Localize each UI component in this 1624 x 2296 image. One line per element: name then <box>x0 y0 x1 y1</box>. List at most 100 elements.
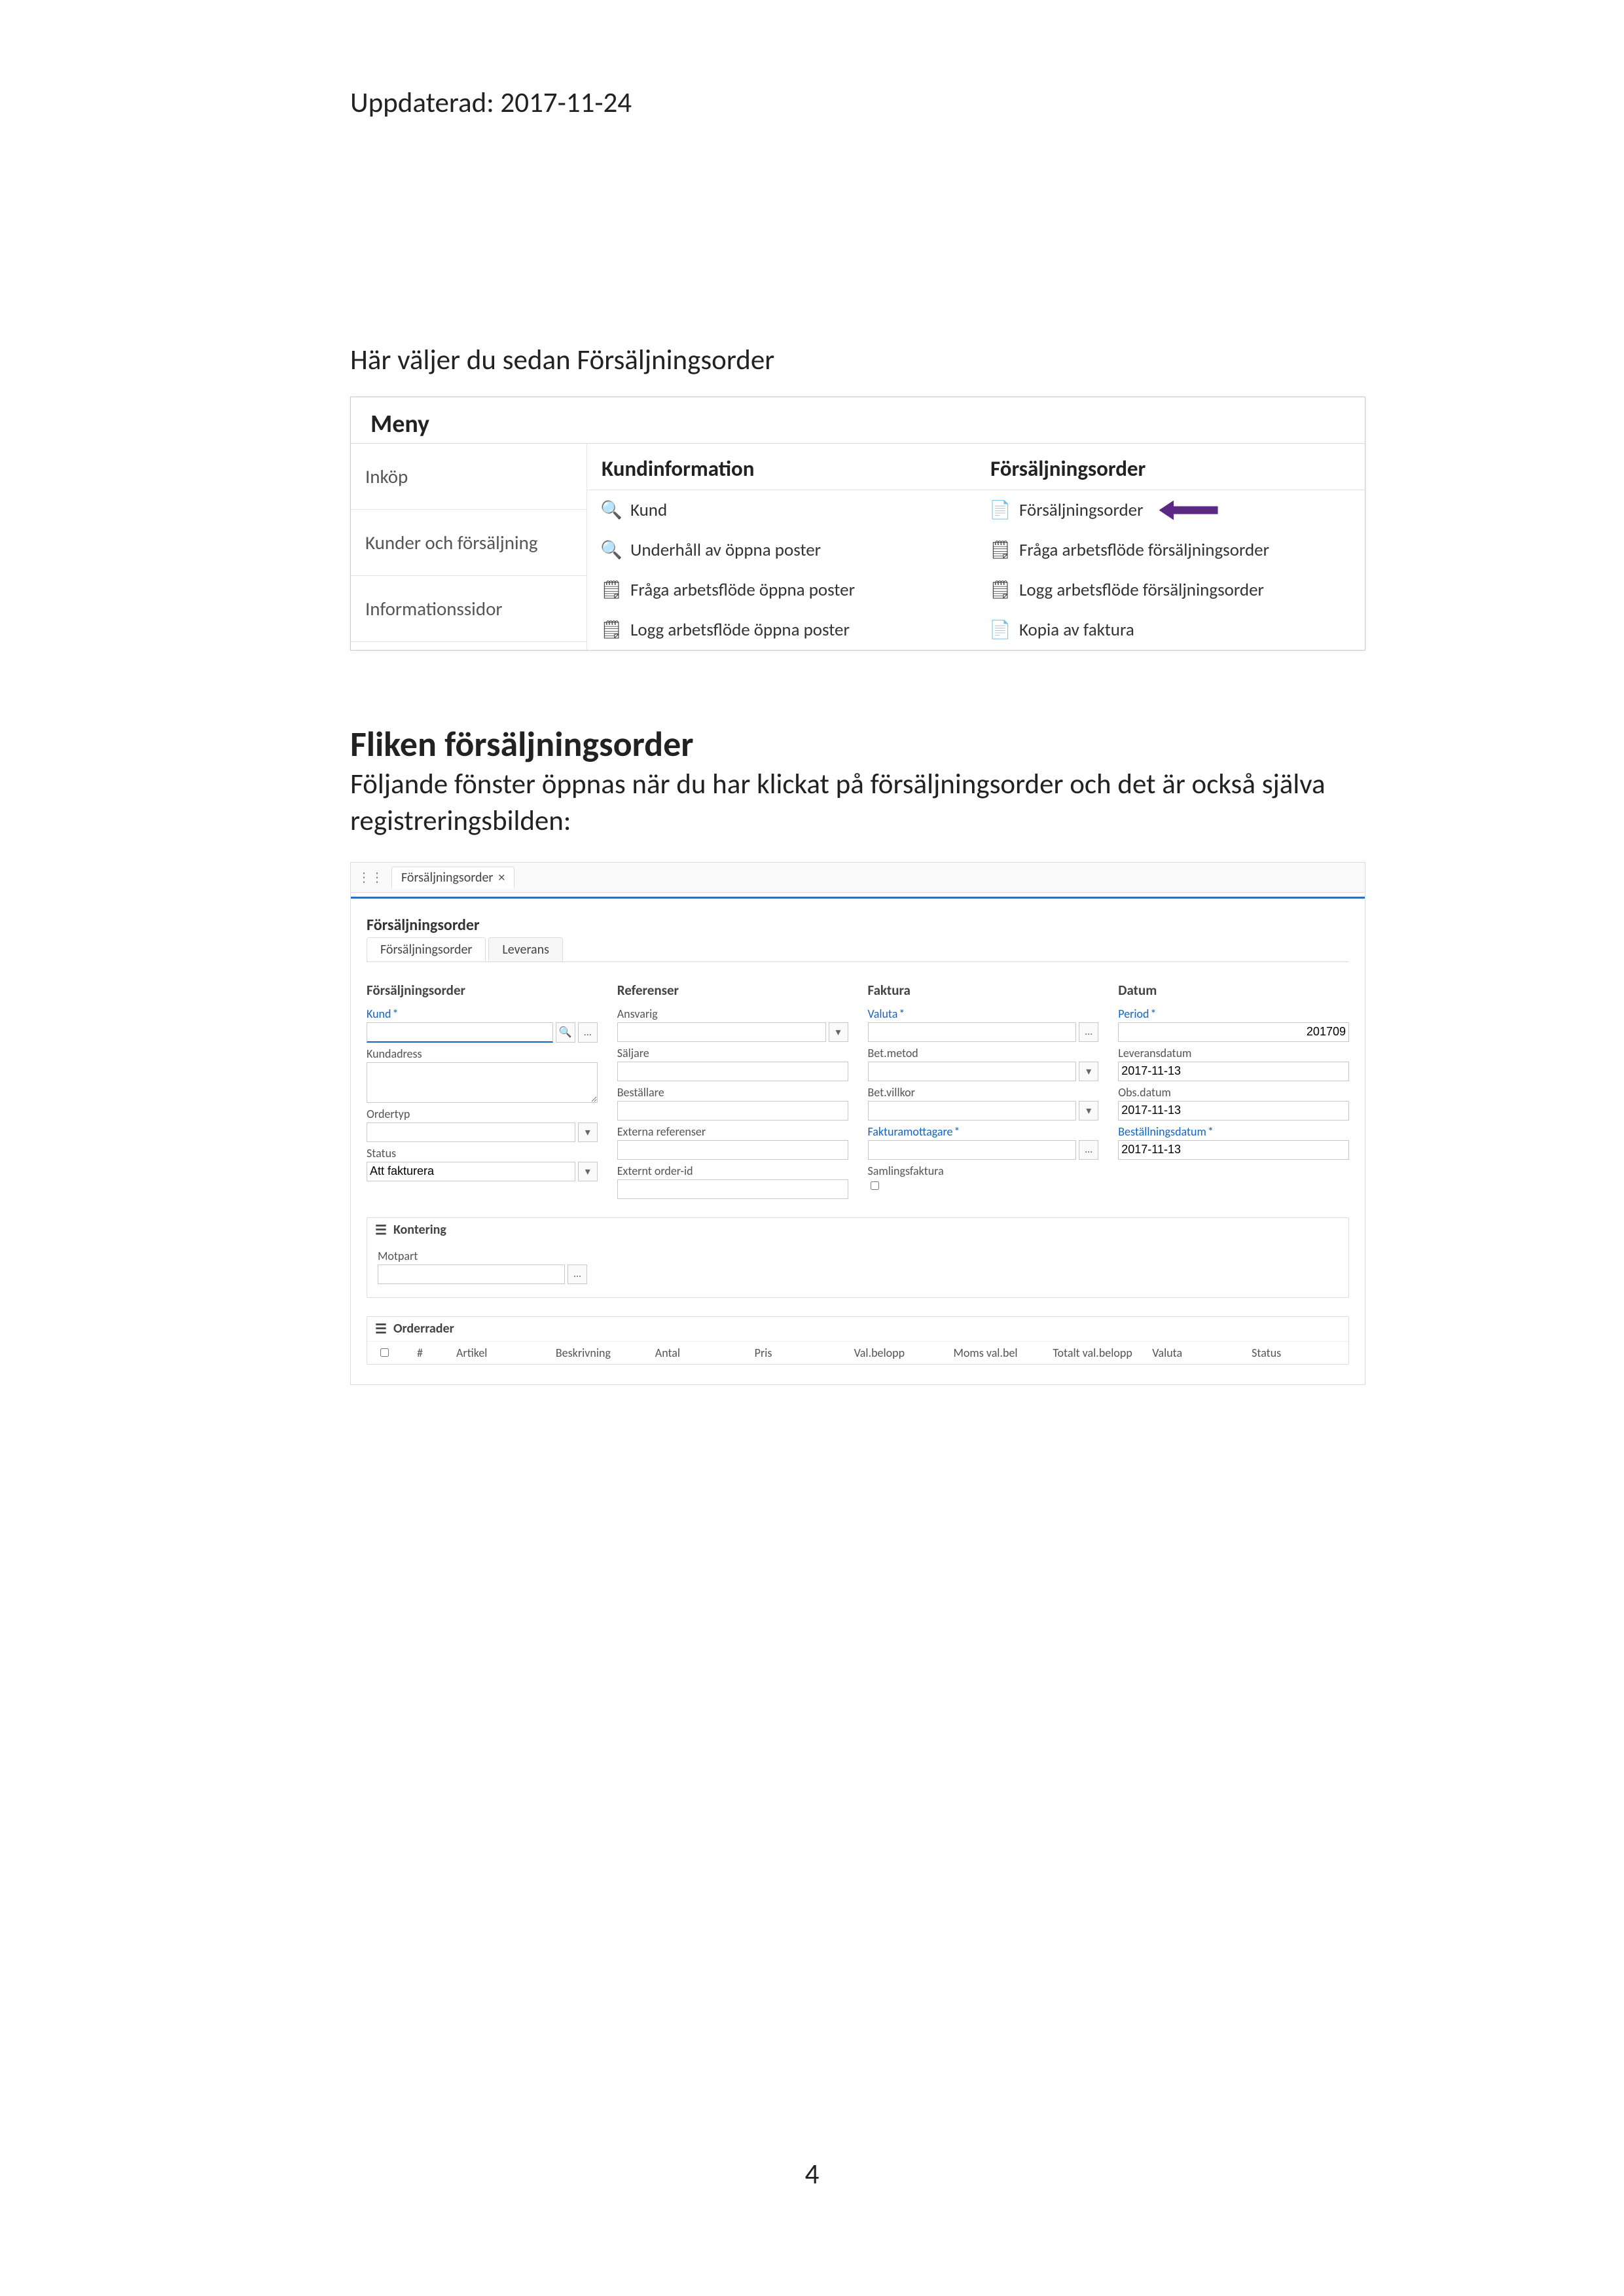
col-antal: Antal <box>655 1346 742 1360</box>
chevron-down-icon[interactable]: ▾ <box>829 1022 848 1042</box>
more-icon[interactable]: … <box>1079 1140 1098 1160</box>
menu-item-underhall[interactable]: 🔍 Underhåll av öppna poster <box>587 530 976 570</box>
menu-item-fraga-sales[interactable]: 🗒 Fråga arbetsflöde försäljningsorder <box>976 530 1365 570</box>
more-icon[interactable]: … <box>578 1022 598 1043</box>
bestallare-input[interactable] <box>617 1101 848 1121</box>
instruction-text: Här väljer du sedan Försäljningsorder <box>350 342 1365 377</box>
sidebar-item-kunder[interactable]: Kunder och försäljning <box>351 510 586 576</box>
col-num: # <box>417 1346 443 1360</box>
col-momsvalbel: Moms val.bel <box>953 1346 1039 1360</box>
collapse-icon[interactable]: ☰ <box>375 1321 387 1337</box>
col-heading-kundinfo: Kundinformation <box>587 444 976 490</box>
group-title-referenser: Referenser <box>617 982 848 999</box>
valuta-input[interactable] <box>868 1022 1077 1042</box>
orderrader-header-row: # Artikel Beskrivning Antal Pris Val.bel… <box>367 1341 1348 1364</box>
col-status: Status <box>1252 1346 1338 1360</box>
bestallare-label: Beställare <box>617 1085 848 1100</box>
lookup-icon[interactable]: 🔍 <box>556 1022 575 1043</box>
menu-item-label: Logg arbetsflöde öppna poster <box>630 619 850 641</box>
group-title-forsaljningsorder: Försäljningsorder <box>367 982 598 999</box>
samling-checkbox[interactable] <box>871 1181 879 1190</box>
motpart-input[interactable] <box>378 1265 565 1284</box>
chevron-down-icon[interactable]: ▾ <box>1079 1062 1098 1081</box>
ordertyp-label: Ordertyp <box>367 1107 598 1121</box>
menu-item-invoice-copy[interactable]: 📄 Kopia av faktura <box>976 610 1365 650</box>
betmetod-label: Bet.metod <box>868 1046 1099 1060</box>
chevron-down-icon[interactable]: ▾ <box>578 1162 598 1181</box>
betvillkor-label: Bet.villkor <box>868 1085 1099 1100</box>
sidebar-item-inkop[interactable]: Inköp <box>351 444 586 510</box>
col-pris: Pris <box>755 1346 841 1360</box>
best-label: Beställningsdatum <box>1118 1124 1349 1139</box>
subtab-forsaljningsorder[interactable]: Försäljningsorder <box>367 937 486 961</box>
page-number: 4 <box>0 2157 1624 2191</box>
kund-label: Kund <box>367 1007 598 1021</box>
menu-item-label: Underhåll av öppna poster <box>630 539 821 561</box>
saljare-input[interactable] <box>617 1062 848 1081</box>
log-icon: 🗒 <box>990 582 1010 599</box>
col-heading-forsaljningsorder: Försäljningsorder <box>976 444 1365 490</box>
grip-icon[interactable]: ⋮⋮ <box>357 869 384 886</box>
menu-item-label: Kopia av faktura <box>1019 619 1134 641</box>
kontering-panel: ☰ Kontering Motpart … <box>367 1217 1349 1298</box>
betvillkor-input[interactable] <box>868 1101 1077 1121</box>
window-tabstrip: ⋮⋮ Försäljningsorder × <box>351 863 1365 893</box>
menu-item-logg-sales[interactable]: 🗒 Logg arbetsflöde försäljningsorder <box>976 570 1365 610</box>
ext-ref-input[interactable] <box>617 1140 848 1160</box>
menu-item-fraga-open[interactable]: 🗒 Fråga arbetsflöde öppna poster <box>587 570 976 610</box>
menu-item-logg-open[interactable]: 🗒 Logg arbetsflöde öppna poster <box>587 610 976 650</box>
more-icon[interactable]: … <box>568 1265 587 1284</box>
fmottagare-label: Fakturamottagare <box>868 1124 1099 1139</box>
updated-line: Uppdaterad: 2017-11-24 <box>350 85 1365 120</box>
menu-item-forsaljningsorder[interactable]: 📄 Försäljningsorder <box>976 490 1365 530</box>
period-input[interactable] <box>1118 1022 1349 1042</box>
lev-label: Leveransdatum <box>1118 1046 1349 1060</box>
search-plus-icon: 🔍 <box>602 542 621 559</box>
query-icon: 🗒 <box>990 542 1010 559</box>
kontering-title: Kontering <box>393 1222 446 1238</box>
kund-input[interactable] <box>367 1022 553 1043</box>
col-beskrivning: Beskrivning <box>556 1346 642 1360</box>
menu-title: Meny <box>351 397 1365 444</box>
collapse-icon[interactable]: ☰ <box>375 1222 387 1238</box>
betmetod-input[interactable] <box>868 1062 1077 1081</box>
col-artikel: Artikel <box>456 1346 543 1360</box>
subtab-leverans[interactable]: Leverans <box>488 937 563 961</box>
ansvarig-label: Ansvarig <box>617 1007 848 1021</box>
best-input[interactable] <box>1118 1140 1349 1160</box>
chevron-down-icon[interactable]: ▾ <box>1079 1101 1098 1121</box>
orderrader-panel: ☰ Orderrader # Artikel Beskrivning Antal… <box>367 1316 1349 1365</box>
period-label: Period <box>1118 1007 1349 1021</box>
orderrader-title: Orderrader <box>393 1321 454 1336</box>
ext-ref-label: Externa referenser <box>617 1124 848 1139</box>
select-all-checkbox[interactable] <box>380 1348 389 1357</box>
sidebar-item-info[interactable]: Informationssidor <box>351 576 586 642</box>
more-icon[interactable]: … <box>1079 1022 1098 1042</box>
chevron-down-icon[interactable]: ▾ <box>578 1122 598 1142</box>
group-title-datum: Datum <box>1118 982 1349 999</box>
close-icon[interactable]: × <box>498 870 505 886</box>
menu-item-label: Försäljningsorder <box>1019 499 1144 521</box>
kundadress-label: Kundadress <box>367 1047 598 1061</box>
ansvarig-input[interactable] <box>617 1022 826 1042</box>
menu-item-label: Fråga arbetsflöde försäljningsorder <box>1019 539 1269 561</box>
status-input[interactable] <box>367 1162 575 1181</box>
kundadress-input[interactable] <box>367 1062 598 1103</box>
ordertyp-input[interactable] <box>367 1122 575 1142</box>
menu-item-kund[interactable]: 🔍 Kund <box>587 490 976 530</box>
samling-label: Samlingsfaktura <box>868 1164 1099 1178</box>
window-tab[interactable]: Försäljningsorder × <box>391 867 514 889</box>
ext-order-input[interactable] <box>617 1179 848 1199</box>
document-icon: 📄 <box>990 622 1010 639</box>
menu-item-label: Fråga arbetsflöde öppna poster <box>630 579 855 601</box>
section-body: Följande fönster öppnas när du har klick… <box>350 766 1365 839</box>
query-icon: 🗒 <box>602 582 621 599</box>
fmottagare-input[interactable] <box>868 1140 1077 1160</box>
lev-input[interactable] <box>1118 1062 1349 1081</box>
window-tab-label: Försäljningsorder <box>401 870 493 886</box>
obs-input[interactable] <box>1118 1101 1349 1121</box>
window-heading: Försäljningsorder <box>367 916 1349 935</box>
sub-tabstrip: Försäljningsorder Leverans <box>367 937 1349 962</box>
ext-order-label: Externt order-id <box>617 1164 848 1178</box>
section-title: Fliken försäljningsorder <box>350 723 1365 766</box>
